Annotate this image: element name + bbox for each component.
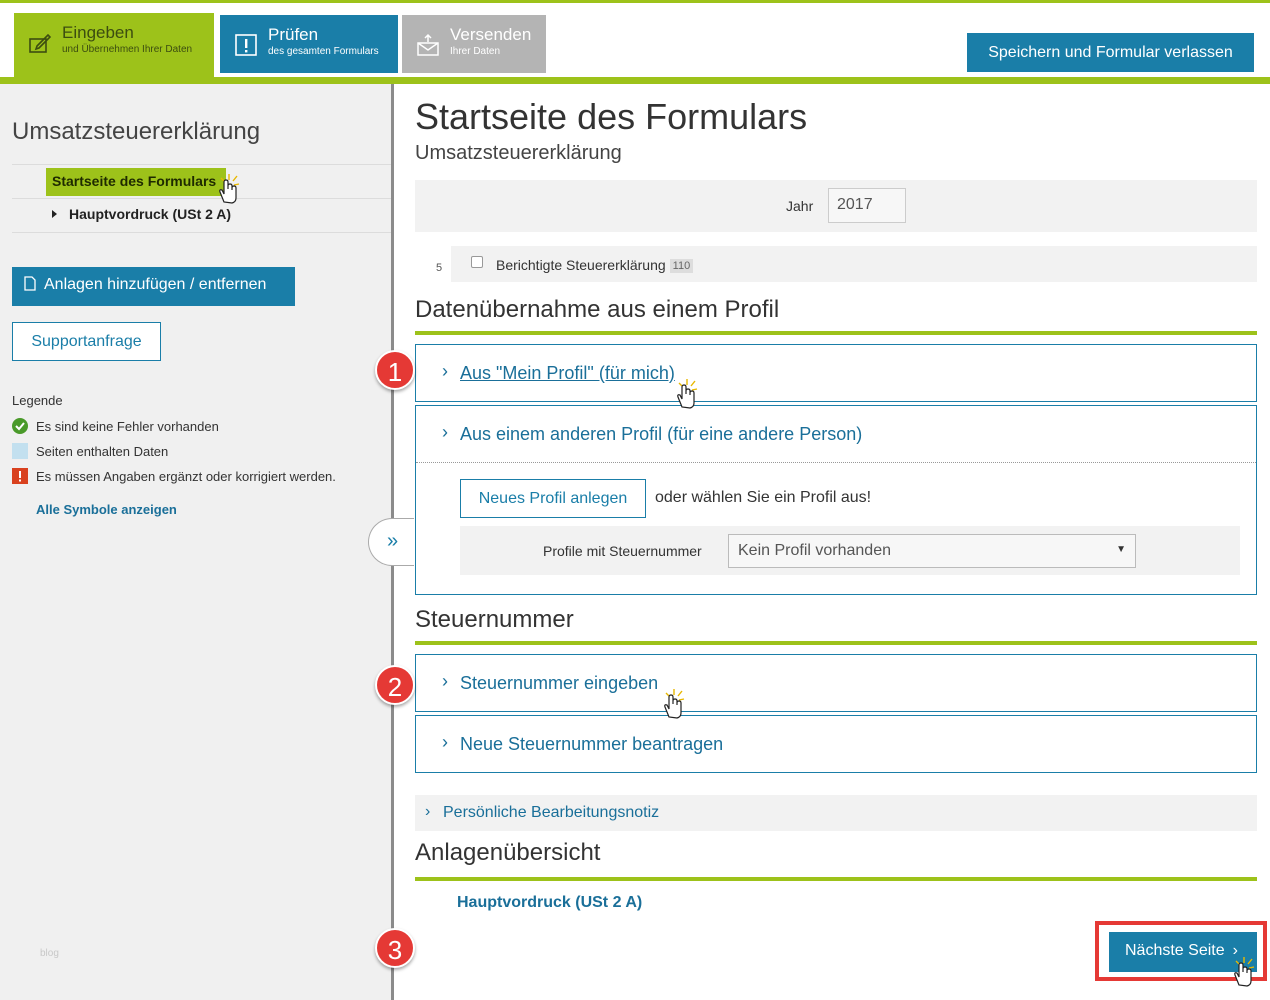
tab-versenden-subtitle: Ihrer Daten <box>450 46 501 57</box>
hand-cursor-icon <box>1234 957 1255 987</box>
error-square-icon <box>12 468 28 484</box>
legend-item: Es müssen Angaben ergänzt oder korrigier… <box>12 468 336 484</box>
envelope-send-icon <box>417 33 439 56</box>
tab-eingeben-subtitle: und Übernehmen Ihrer Daten <box>62 44 193 55</box>
own-profile-link[interactable]: Aus "Mein Profil" (für mich) <box>460 363 675 384</box>
page-subtitle: Umsatzsteuererklärung <box>415 142 622 164</box>
section-divider <box>415 877 1257 881</box>
edit-icon <box>29 33 52 53</box>
hand-cursor-icon <box>677 379 698 409</box>
chevron-right-icon: › <box>442 732 448 752</box>
sidebar-divider <box>12 232 392 233</box>
year-panel: Jahr 2017 <box>415 180 1257 232</box>
save-exit-button[interactable]: Speichern und Formular verlassen <box>967 33 1254 72</box>
section-divider <box>415 331 1257 335</box>
year-label: Jahr <box>786 198 814 214</box>
tab-pruefen-title: Prüfen <box>268 25 319 44</box>
document-icon <box>24 276 36 291</box>
tab-pruefen-subtitle: des gesamten Formulars <box>268 46 379 57</box>
sidebar-divider <box>12 164 392 165</box>
sidebar-item-startseite[interactable]: Startseite des Formulars <box>46 168 226 196</box>
expand-triangle-icon <box>52 210 57 218</box>
next-page-label: Nächste Seite <box>1125 942 1225 959</box>
step-badge: 1 <box>375 350 415 390</box>
sidebar-title: Umsatzsteuererklärung <box>12 118 261 145</box>
step-badge: 2 <box>375 665 415 705</box>
legend-title: Legende <box>12 393 63 408</box>
choose-profile-text: oder wählen Sie ein Profil aus! <box>655 489 872 506</box>
other-profile-link[interactable]: Aus einem anderen Profil (für eine ander… <box>460 424 862 445</box>
hand-cursor-icon <box>219 174 240 204</box>
legend-item-text: Es müssen Angaben ergänzt oder korrigier… <box>36 469 336 484</box>
top-bar: Eingeben und Übernehmen Ihrer Daten Prüf… <box>0 0 1270 84</box>
personal-note-label: Persönliche Bearbeitungsnotiz <box>443 804 660 821</box>
enter-tax-number-link[interactable]: Steuernummer eingeben <box>460 673 658 694</box>
support-button[interactable]: Supportanfrage <box>12 322 161 361</box>
data-square-icon <box>12 443 28 459</box>
profile-select-label: Profile mit Steuernummer <box>543 543 702 559</box>
profile-select-value: Kein Profil vorhanden <box>738 542 891 559</box>
legend-item: Seiten enthalten Daten <box>12 443 168 459</box>
tab-versenden[interactable]: Versenden Ihrer Daten <box>402 15 546 73</box>
accordion-apply-tax-number[interactable]: › Neue Steuernummer beantragen <box>415 715 1257 773</box>
profile-select[interactable]: Kein Profil vorhanden ▼ <box>728 534 1136 568</box>
tab-eingeben[interactable]: Eingeben und Übernehmen Ihrer Daten <box>14 13 214 81</box>
accordion-enter-tax-number[interactable]: › Steuernummer eingeben <box>415 654 1257 712</box>
chevron-right-icon: › <box>442 422 448 442</box>
legend-item-text: Seiten enthalten Daten <box>36 444 169 459</box>
tab-pruefen[interactable]: Prüfen des gesamten Formulars <box>220 15 398 73</box>
dotted-divider <box>416 462 1256 463</box>
profile-select-panel: Profile mit Steuernummer Kein Profil vor… <box>460 526 1240 575</box>
chevron-right-icon: › <box>442 671 448 691</box>
new-profile-button[interactable]: Neues Profil anlegen <box>460 479 646 518</box>
row-number: 5 <box>436 262 443 274</box>
personal-note-toggle[interactable]: › Persönliche Bearbeitungsnotiz <box>415 795 1257 831</box>
accordion-own-profile[interactable]: › Aus "Mein Profil" (für mich) <box>415 344 1257 402</box>
apply-tax-number-link[interactable]: Neue Steuernummer beantragen <box>460 734 723 755</box>
legend-item: Es sind keine Fehler vorhanden <box>12 418 219 434</box>
correction-row: Berichtigte Steuererklärung 110 <box>451 246 1257 282</box>
add-attachments-label: Anlagen hinzufügen / entfernen <box>44 276 267 293</box>
sidebar-divider <box>12 198 392 199</box>
check-circle-icon <box>12 418 28 434</box>
correction-text: Berichtigte Steuererklärung <box>496 257 666 273</box>
year-field[interactable]: 2017 <box>828 188 906 223</box>
sidebar-item-label: Hauptvordruck (USt 2 A) <box>69 206 232 222</box>
exclamation-icon <box>235 34 257 56</box>
chevron-right-icon: › <box>425 803 431 820</box>
page-title: Startseite des Formulars <box>415 96 808 137</box>
hand-cursor-icon <box>664 689 685 719</box>
step-badge: 3 <box>375 928 415 968</box>
section-divider <box>415 641 1257 645</box>
show-all-symbols-link[interactable]: Alle Symbole anzeigen <box>36 502 177 517</box>
profile-section-heading: Datenübernahme aus einem Profil <box>415 296 780 323</box>
add-attachments-button[interactable]: Anlagen hinzufügen / entfernen <box>12 267 295 306</box>
tax-section-heading: Steuernummer <box>415 606 574 633</box>
sidebar: Umsatzsteuererklärung Startseite des For… <box>0 84 392 1000</box>
chevron-right-icon: › <box>442 361 448 381</box>
dropdown-arrow-icon: ▼ <box>1116 544 1126 555</box>
watermark: blog <box>40 948 59 959</box>
accordion-other-profile: › Aus einem anderen Profil (für eine and… <box>415 405 1257 595</box>
legend-item-text: Es sind keine Fehler vorhanden <box>36 419 219 434</box>
attachments-heading: Anlagenübersicht <box>415 839 601 866</box>
field-code-badge: 110 <box>669 259 694 273</box>
tab-eingeben-title: Eingeben <box>62 23 134 42</box>
attachment-link[interactable]: Hauptvordruck (USt 2 A) <box>457 894 642 912</box>
correction-label: Berichtigte Steuererklärung 110 <box>496 257 694 273</box>
main-content: Startseite des Formulars Umsatzsteuererk… <box>394 84 1270 1000</box>
tab-versenden-title: Versenden <box>450 25 532 44</box>
correction-checkbox[interactable] <box>471 256 483 268</box>
sidebar-item-hauptvordruck[interactable]: Hauptvordruck (USt 2 A) <box>52 206 231 222</box>
